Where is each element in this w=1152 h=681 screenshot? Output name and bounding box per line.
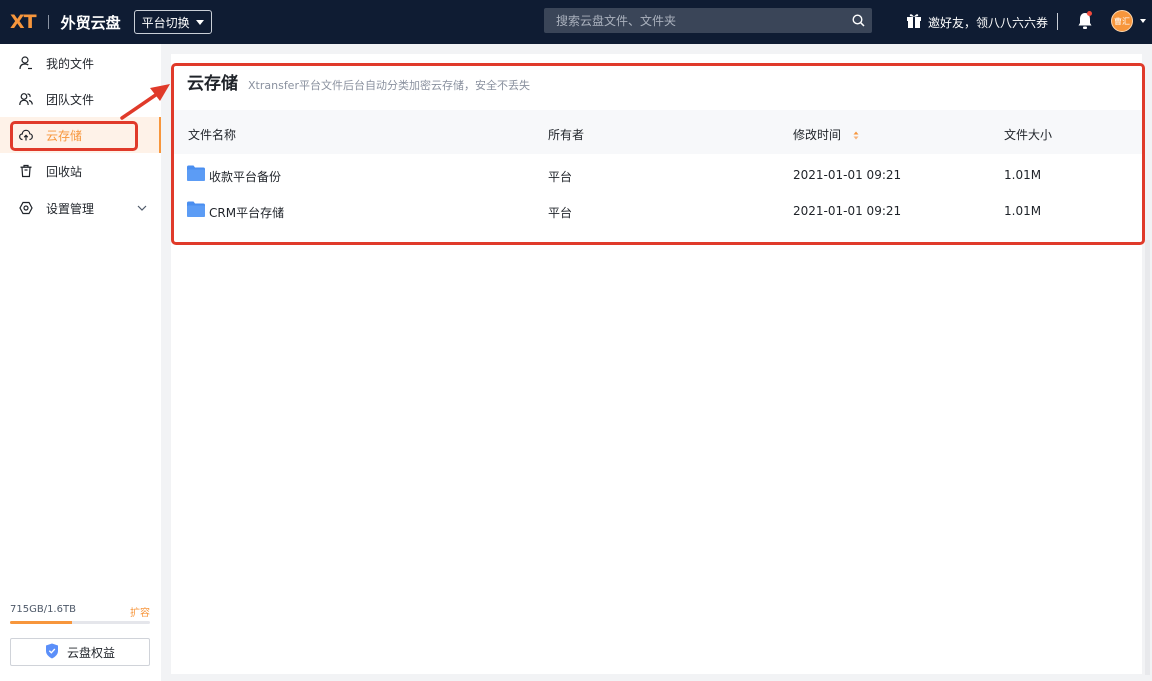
user-file-icon [19, 56, 33, 70]
scrollbar[interactable] [1145, 240, 1150, 675]
search-input[interactable] [544, 8, 844, 33]
caret-down-icon [195, 19, 204, 25]
avatar-text: 曹汇 [1114, 16, 1130, 26]
avatar-caret-icon[interactable] [1140, 19, 1146, 23]
cloud-perks-button[interactable]: 云盘权益 [10, 638, 150, 666]
trash-icon [19, 164, 33, 178]
search-box [544, 8, 872, 33]
sidebar-item-my-files[interactable]: 我的文件 [0, 45, 161, 81]
annotation-highlight-main [171, 63, 1145, 245]
expand-storage-link[interactable]: 扩容 [130, 604, 150, 619]
logo[interactable]: XT [10, 11, 37, 33]
platform-switch-button[interactable]: 平台切换 [133, 10, 212, 34]
sidebar-item-label: 我的文件 [46, 56, 95, 71]
notification-dot [1087, 11, 1092, 16]
cloud-perks-label: 云盘权益 [66, 645, 115, 660]
avatar[interactable]: 曹汇 [1111, 10, 1133, 32]
gear-icon [19, 201, 33, 215]
chevron-down-icon[interactable] [136, 202, 148, 214]
invite-text: 邀好友，领八八六六券 [928, 15, 1049, 30]
storage-progress-fill [10, 621, 72, 624]
gift-icon [906, 13, 922, 31]
top-divider [1057, 13, 1058, 30]
storage-progress-bar [10, 621, 150, 624]
sidebar-item-recycle-bin[interactable]: 回收站 [0, 153, 161, 189]
sidebar-item-label: 回收站 [46, 164, 83, 179]
app-name: 外贸云盘 [60, 13, 121, 32]
invite-link[interactable]: 邀好友，领八八六六券 [906, 0, 1048, 44]
search-icon[interactable] [844, 8, 872, 33]
platform-switch-label: 平台切换 [141, 15, 190, 30]
sidebar-item-label: 团队文件 [46, 92, 95, 107]
sidebar-item-team-files[interactable]: 团队文件 [0, 81, 161, 117]
shield-icon [45, 643, 59, 662]
team-icon [19, 92, 33, 106]
storage-usage-text: 715GB/1.6TB [10, 604, 76, 615]
sidebar-item-settings[interactable]: 设置管理 [0, 190, 161, 226]
sidebar-item-label: 设置管理 [46, 201, 95, 216]
logo-divider [47, 15, 49, 29]
annotation-highlight-nav [10, 121, 138, 151]
